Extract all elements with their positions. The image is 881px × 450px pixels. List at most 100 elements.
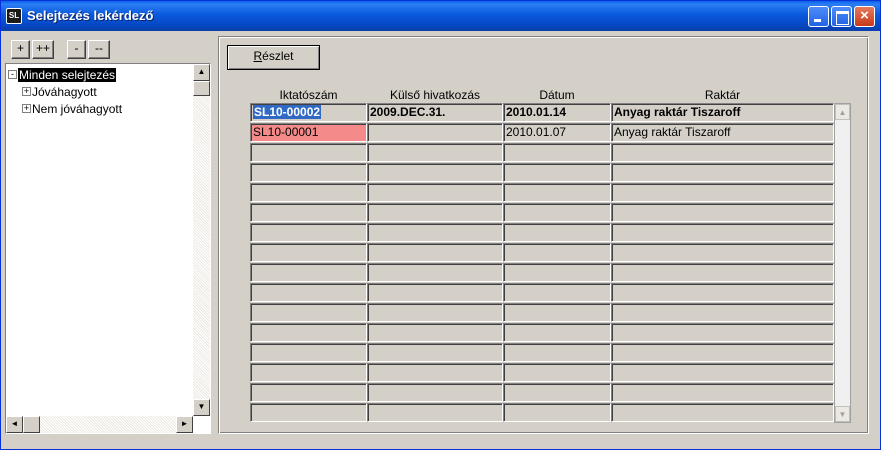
table-cell-raktar[interactable]: Anyag raktár Tiszaroff xyxy=(611,103,834,122)
table-cell-iktatoszam[interactable] xyxy=(250,163,367,182)
table-cell-kulso[interactable] xyxy=(367,303,503,322)
table-cell-datum[interactable] xyxy=(503,243,611,262)
table-cell-kulso[interactable] xyxy=(367,223,503,242)
table-cell-datum[interactable]: 2010.01.14 xyxy=(503,103,611,122)
details-button-label: észlet xyxy=(262,49,294,63)
table-cell-iktatoszam[interactable] xyxy=(250,343,367,362)
table-cell-kulso[interactable] xyxy=(367,263,503,282)
tree-vertical-scrollbar[interactable]: ▲ ▼ xyxy=(193,64,210,416)
collapse-button[interactable]: - xyxy=(67,40,86,59)
scroll-down-arrow-icon[interactable]: ▼ xyxy=(193,399,210,416)
table-cell-raktar[interactable] xyxy=(611,383,834,402)
table-cell-kulso[interactable] xyxy=(367,163,503,182)
table-cell-raktar[interactable] xyxy=(611,223,834,242)
table-cell-kulso[interactable] xyxy=(367,243,503,262)
table-cell-iktatoszam[interactable] xyxy=(250,363,367,382)
table-cell-kulso[interactable] xyxy=(367,343,503,362)
scroll-right-arrow-icon[interactable]: ► xyxy=(176,416,193,433)
table-cell-kulso[interactable] xyxy=(367,283,503,302)
table-cell-iktatoszam[interactable] xyxy=(250,243,367,262)
table-cell-raktar[interactable] xyxy=(611,363,834,382)
table-cell-datum[interactable]: 2010.01.07 xyxy=(503,123,611,142)
tree-horizontal-scrollbar[interactable]: ◄ ► xyxy=(6,416,193,433)
table-cell-raktar[interactable] xyxy=(611,243,834,262)
table-cell-raktar[interactable] xyxy=(611,283,834,302)
table-cell-raktar[interactable] xyxy=(611,143,834,162)
table-cell-datum[interactable] xyxy=(503,303,611,322)
table-cell-datum[interactable] xyxy=(503,363,611,382)
table-cell-datum[interactable] xyxy=(503,383,611,402)
table-cell-raktar[interactable] xyxy=(611,343,834,362)
table-cell-raktar[interactable] xyxy=(611,303,834,322)
expand-all-button[interactable]: ++ xyxy=(32,40,54,59)
column-header-raktar: Raktár xyxy=(704,88,741,102)
table-cell-kulso[interactable] xyxy=(367,383,503,402)
table-cell-datum[interactable] xyxy=(503,403,611,422)
title-bar[interactable]: SL Selejtezés lekérdező × xyxy=(1,1,880,31)
collapse-all-button[interactable]: -- xyxy=(88,40,110,59)
minimize-button[interactable] xyxy=(808,6,829,27)
table-cell-datum[interactable] xyxy=(503,143,611,162)
scroll-thumb[interactable] xyxy=(193,81,210,96)
table-cell-kulso[interactable] xyxy=(367,143,503,162)
table-cell-kulso[interactable] xyxy=(367,123,503,142)
table-cell-kulso[interactable]: 2009.DEC.31. xyxy=(367,103,503,122)
table-cell-datum[interactable] xyxy=(503,323,611,342)
tree-node-label: Minden selejtezés xyxy=(18,67,117,82)
table-cell-iktatoszam[interactable] xyxy=(250,143,367,162)
scroll-left-arrow-icon[interactable]: ◄ xyxy=(6,416,23,433)
table-cell-raktar[interactable] xyxy=(611,203,834,222)
table-cell-kulso[interactable] xyxy=(367,363,503,382)
table-cell-iktatoszam[interactable] xyxy=(250,223,367,242)
window-title: Selejtezés lekérdező xyxy=(27,8,154,23)
table-cell-kulso[interactable] xyxy=(367,183,503,202)
table-cell-iktatoszam[interactable] xyxy=(250,283,367,302)
scroll-up-arrow-icon[interactable]: ▲ xyxy=(835,104,850,120)
table-cell-kulso[interactable] xyxy=(367,323,503,342)
table-cell-iktatoszam[interactable] xyxy=(250,303,367,322)
table-cell-iktatoszam[interactable] xyxy=(250,183,367,202)
collapse-node-icon[interactable]: - xyxy=(8,70,17,80)
grid-vertical-scrollbar[interactable]: ▲ ▼ xyxy=(834,103,851,423)
app-icon: SL xyxy=(6,8,22,24)
expand-node-icon[interactable]: + xyxy=(22,87,31,97)
table-cell-datum[interactable] xyxy=(503,183,611,202)
category-tree[interactable]: - Minden selejtezés + Jóváhagyott + Nem jóv… xyxy=(5,63,211,434)
column-header-iktatoszam: Iktatószám xyxy=(279,88,338,102)
table-cell-kulso[interactable] xyxy=(367,403,503,422)
table-cell-iktatoszam[interactable] xyxy=(250,383,367,402)
scroll-up-arrow-icon[interactable]: ▲ xyxy=(193,64,210,81)
tree-node-all[interactable]: - Minden selejtezés xyxy=(8,66,117,82)
table-cell-raktar[interactable]: Anyag raktár Tiszaroff xyxy=(611,123,834,142)
expand-button[interactable]: + xyxy=(11,40,30,59)
table-cell-iktatoszam[interactable] xyxy=(250,403,367,422)
table-cell-iktatoszam[interactable]: SL10-00002 xyxy=(250,103,367,122)
column-header-datum: Dátum xyxy=(539,88,575,102)
close-button[interactable]: × xyxy=(854,6,875,27)
table-cell-raktar[interactable] xyxy=(611,163,834,182)
table-cell-iktatoszam[interactable]: SL10-00001 xyxy=(250,123,367,142)
column-header-kulso-hivatkozas: Külső hivatkozás xyxy=(389,88,481,102)
table-cell-datum[interactable] xyxy=(503,223,611,242)
maximize-button[interactable] xyxy=(831,6,852,27)
tree-node-not-approved[interactable]: + Nem jóváhagyott xyxy=(22,100,122,116)
details-button[interactable]: Részlet xyxy=(227,45,320,70)
table-cell-raktar[interactable] xyxy=(611,263,834,282)
table-cell-raktar[interactable] xyxy=(611,183,834,202)
cell-text: SL10-00002 xyxy=(253,105,322,119)
tree-node-approved[interactable]: + Jóváhagyott xyxy=(22,83,97,99)
table-cell-datum[interactable] xyxy=(503,263,611,282)
table-cell-iktatoszam[interactable] xyxy=(250,203,367,222)
table-cell-datum[interactable] xyxy=(503,283,611,302)
table-cell-iktatoszam[interactable] xyxy=(250,263,367,282)
table-cell-raktar[interactable] xyxy=(611,323,834,342)
table-cell-datum[interactable] xyxy=(503,163,611,182)
table-cell-datum[interactable] xyxy=(503,203,611,222)
expand-node-icon[interactable]: + xyxy=(22,104,31,114)
scroll-thumb[interactable] xyxy=(23,416,40,433)
table-cell-datum[interactable] xyxy=(503,343,611,362)
table-cell-kulso[interactable] xyxy=(367,203,503,222)
table-cell-raktar[interactable] xyxy=(611,403,834,422)
scroll-down-arrow-icon[interactable]: ▼ xyxy=(835,406,850,422)
table-cell-iktatoszam[interactable] xyxy=(250,323,367,342)
